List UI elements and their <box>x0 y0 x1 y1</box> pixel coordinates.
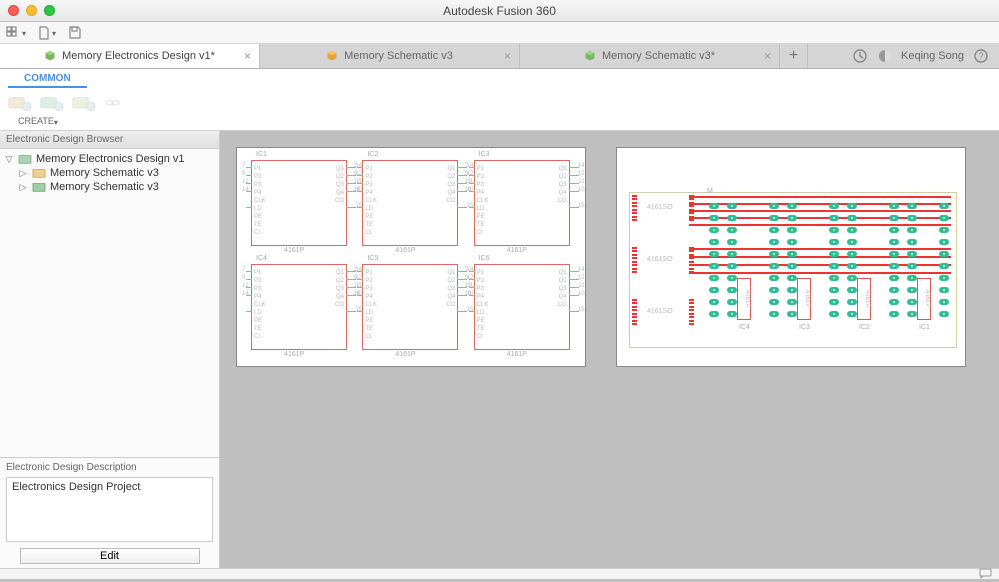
extensions-icon[interactable] <box>851 48 868 65</box>
tree-label: Memory Schematic v3 <box>50 181 159 193</box>
minimize-window-button[interactable] <box>26 5 37 16</box>
expand-icon[interactable]: ▽ <box>4 154 14 165</box>
create-board-icon[interactable] <box>40 92 64 112</box>
ribbon-group-label[interactable]: CREATE ▾ <box>0 114 999 130</box>
design-tree: ▽ Memory Electronics Design v1 ▷ Memory … <box>0 149 219 457</box>
expand-icon[interactable]: ▷ <box>18 168 28 179</box>
help-icon[interactable]: ? <box>972 48 989 65</box>
tab-label: Memory Electronics Design v1* <box>62 50 215 62</box>
ribbon: COMMON CREATE ▾ <box>0 69 999 131</box>
close-icon[interactable]: × <box>244 49 251 63</box>
edit-description-button[interactable]: Edit <box>20 548 200 564</box>
user-name[interactable]: Keqing Song <box>901 50 964 62</box>
new-tab-button[interactable]: + <box>780 44 808 68</box>
description-header: Electronic Design Description <box>6 462 213 477</box>
tree-item-schematic[interactable]: ▷ Memory Schematic v3 <box>0 166 219 180</box>
tree-label: Memory Schematic v3 <box>50 167 159 179</box>
description-text: Electronics Design Project <box>6 477 213 542</box>
cube-icon <box>584 50 596 62</box>
tree-item-board[interactable]: ▷ Memory Schematic v3 <box>0 180 219 194</box>
tab-electronics-design[interactable]: Memory Electronics Design v1* × <box>0 44 260 68</box>
maximize-window-button[interactable] <box>44 5 55 16</box>
window-controls <box>0 5 55 16</box>
close-icon[interactable]: × <box>764 49 771 63</box>
tab-schematic-2[interactable]: Memory Schematic v3* × <box>520 44 780 68</box>
create-link-icon[interactable] <box>104 92 124 112</box>
title-bar: Autodesk Fusion 360 <box>0 0 999 22</box>
schematic-thumbnail[interactable]: IC14161PP1P2P3P4CLKLDPETECIQ1Q2Q3Q4CO791… <box>236 147 586 367</box>
comments-icon[interactable] <box>979 568 993 582</box>
board-icon <box>32 181 46 193</box>
data-panel-button[interactable]: ▾ <box>6 26 26 40</box>
quick-access-toolbar: ▾ ▾ <box>0 22 999 44</box>
svg-text:?: ? <box>978 51 983 61</box>
status-bar <box>0 568 999 579</box>
schematic-icon <box>32 167 46 179</box>
tab-schematic-1[interactable]: Memory Schematic v3 × <box>260 44 520 68</box>
file-menu-button[interactable]: ▾ <box>38 26 56 40</box>
browser-header: Electronic Design Browser <box>0 131 219 149</box>
close-window-button[interactable] <box>8 5 19 16</box>
tree-label: Memory Electronics Design v1 <box>36 153 185 165</box>
create-schematic-icon[interactable] <box>8 92 32 112</box>
description-panel: Electronic Design Description Electronic… <box>0 457 219 568</box>
tree-root[interactable]: ▽ Memory Electronics Design v1 <box>0 152 219 166</box>
main-area: Electronic Design Browser ▽ Memory Elect… <box>0 131 999 568</box>
header-right: Keqing Song ? <box>841 44 999 68</box>
tab-label: Memory Schematic v3 <box>344 50 453 62</box>
job-status-icon[interactable] <box>876 48 893 65</box>
cube-icon <box>326 50 338 62</box>
tab-label: Memory Schematic v3* <box>602 50 715 62</box>
document-tabs: Memory Electronics Design v1* × Memory S… <box>0 44 999 69</box>
app-title: Autodesk Fusion 360 <box>443 4 556 18</box>
expand-icon[interactable]: ▷ <box>18 182 28 193</box>
design-icon <box>18 153 32 165</box>
cube-icon <box>44 50 56 62</box>
close-icon[interactable]: × <box>504 49 511 63</box>
save-button[interactable] <box>68 26 81 39</box>
ribbon-tab-common[interactable]: COMMON <box>8 71 87 88</box>
browser-panel: Electronic Design Browser ▽ Memory Elect… <box>0 131 220 568</box>
canvas-area[interactable]: IC14161PP1P2P3P4CLKLDPETECIQ1Q2Q3Q4CO791… <box>220 131 999 568</box>
pcb-thumbnail[interactable]: 4161SO4161SO4161SO4161PIC44161PIC34161PI… <box>616 147 966 367</box>
create-3d-icon[interactable] <box>72 92 96 112</box>
